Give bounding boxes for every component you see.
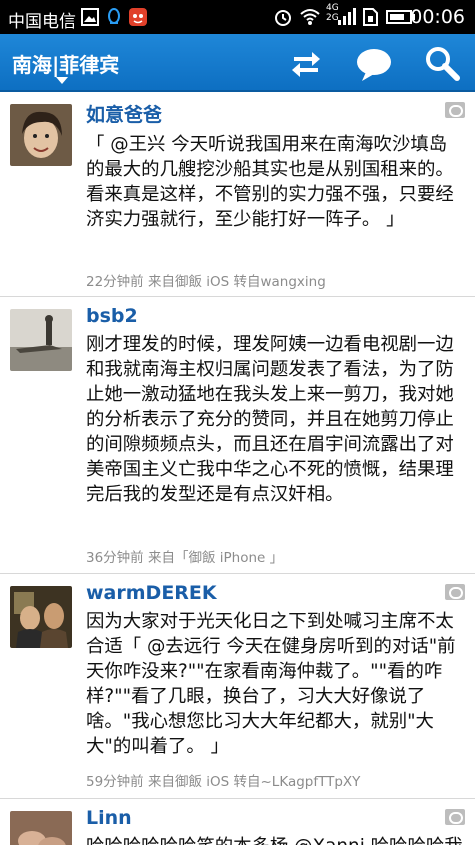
repost-icon[interactable] (445, 809, 465, 825)
app-icon (129, 8, 147, 26)
timeline-feed[interactable]: 如意爸爸 「 @王兴 今天听说我国用来在南海吹沙填岛的最大的几艘挖沙船其实也是从… (0, 92, 475, 845)
alarm-icon (275, 10, 291, 26)
page-title[interactable]: 南海|菲律宾 (12, 49, 119, 78)
clock: 00:06 (410, 6, 465, 28)
repost-icon[interactable] (445, 584, 465, 600)
comment-button[interactable] (354, 44, 394, 84)
status-bar: 中国电信 4G 2G 00:06 (0, 0, 475, 34)
post-item[interactable]: warmDEREK 因为大家对于光天化日之下到处喊习主席不太合适「 @去远行 今… (0, 574, 475, 799)
signal-icon (338, 8, 356, 25)
post-item[interactable]: Linn 哈哈哈哈哈哈笑的本多杨 @Xanni 哈哈哈哈我 (0, 799, 475, 845)
post-username[interactable]: Linn (86, 807, 132, 829)
avatar[interactable] (10, 309, 72, 371)
post-text: 哈哈哈哈哈哈笑的本多杨 @Xanni 哈哈哈哈我 (86, 834, 463, 845)
avatar[interactable] (10, 586, 72, 648)
carrier-label: 中国电信 (8, 12, 76, 32)
sim-icon (363, 8, 378, 26)
avatar[interactable] (10, 811, 72, 845)
qq-icon (108, 8, 120, 24)
post-username[interactable]: warmDEREK (86, 582, 217, 604)
post-meta: 59分钟前 来自御飯 iOS 转自~LKagpfTTpXY (86, 774, 361, 790)
chevron-down-icon[interactable] (56, 77, 68, 84)
search-button[interactable] (422, 44, 462, 84)
chat-bubble-icon (357, 49, 391, 81)
post-meta: 22分钟前 来自御飯 iOS 转自wangxing (86, 274, 326, 290)
search-icon (426, 47, 460, 81)
repost-icon[interactable] (445, 102, 465, 118)
post-item[interactable]: bsb2 刚才理发的时候，理发阿姨一边看电视剧一边和我就南海主权归属问题发表了看… (0, 297, 475, 574)
wifi-icon (300, 9, 320, 25)
refresh-button[interactable] (286, 44, 326, 84)
image-icon (81, 8, 99, 26)
post-item[interactable]: 如意爸爸 「 @王兴 今天听说我国用来在南海吹沙填岛的最大的几艘挖沙船其实也是从… (0, 92, 475, 297)
app-bar: 南海|菲律宾 (0, 34, 475, 92)
post-text: 因为大家对于光天化日之下到处喊习主席不太合适「 @去远行 今天在健身房听到的对话… (86, 611, 456, 757)
avatar[interactable] (10, 104, 72, 166)
post-meta: 36分钟前 来自「御飯 iPhone 」 (86, 550, 284, 566)
post-username[interactable]: 如意爸爸 (86, 100, 162, 127)
post-text: 「 @王兴 今天听说我国用来在南海吹沙填岛的最大的几艘挖沙船其实也是从别国租来的… (86, 134, 454, 230)
refresh-arrows-icon (292, 52, 320, 77)
post-username[interactable]: bsb2 (86, 305, 138, 327)
post-text: 刚才理发的时候，理发阿姨一边看电视剧一边和我就南海主权归属问题发表了看法，为了防… (86, 334, 454, 505)
